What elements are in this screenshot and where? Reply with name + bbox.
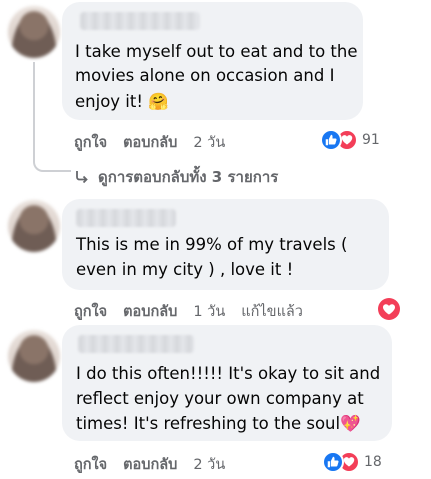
reaction-summary[interactable]: 91 bbox=[320, 129, 380, 151]
timestamp[interactable]: 2 วัน bbox=[193, 131, 225, 154]
timestamp[interactable]: 2 วัน bbox=[193, 453, 225, 476]
like-button[interactable]: ถูกใจ bbox=[74, 453, 107, 476]
comment-line: I do this often!!!!! It's okay to sit an… bbox=[76, 364, 381, 383]
avatar[interactable] bbox=[8, 6, 60, 58]
author-name[interactable] bbox=[78, 335, 194, 353]
reply-button[interactable]: ตอบกลับ bbox=[123, 131, 177, 154]
comment-line: This is me in 99% of my travels ( bbox=[76, 235, 348, 254]
comment-line: I take myself out to eat and to the bbox=[75, 42, 358, 61]
reaction-count: 91 bbox=[362, 132, 380, 148]
comment-line: enjoy it! 🤗 bbox=[75, 92, 169, 111]
reply-button[interactable]: ตอบกลับ bbox=[123, 453, 177, 476]
timestamp[interactable]: 1 วัน bbox=[193, 300, 225, 323]
reaction-summary[interactable]: 18 bbox=[322, 451, 382, 473]
avatar[interactable] bbox=[8, 200, 60, 252]
view-replies-link[interactable]: ดูการตอบกลับทั้ง 3 รายการ bbox=[74, 165, 278, 189]
thumbs-up-icon bbox=[320, 129, 342, 151]
comment-actions: ถูกใจ ตอบกลับ 1 วัน แก้ไขแล้ว bbox=[74, 300, 319, 323]
view-replies-label: ดูการตอบกลับทั้ง 3 รายการ bbox=[98, 168, 279, 186]
author-name[interactable] bbox=[76, 209, 176, 227]
comment-line: times! It's refreshing to the soul💖 bbox=[76, 414, 361, 433]
like-button[interactable]: ถูกใจ bbox=[74, 300, 107, 323]
author-name[interactable] bbox=[80, 12, 200, 30]
thread-connector bbox=[33, 62, 71, 172]
comment-line: movies alone on occasion and I bbox=[75, 66, 335, 85]
reply-button[interactable]: ตอบกลับ bbox=[123, 300, 177, 323]
like-button[interactable]: ถูกใจ bbox=[74, 131, 107, 154]
heart-icon[interactable] bbox=[377, 297, 401, 321]
edited-label: แก้ไขแล้ว bbox=[241, 304, 303, 320]
comment-line: reflect enjoy your own company at bbox=[76, 389, 364, 408]
comment-actions: ถูกใจ ตอบกลับ 2 วัน bbox=[74, 131, 241, 154]
avatar[interactable] bbox=[8, 330, 60, 382]
comment-actions: ถูกใจ ตอบกลับ 2 วัน bbox=[74, 453, 241, 476]
thumbs-up-icon bbox=[322, 451, 344, 473]
reply-arrow-icon bbox=[76, 171, 88, 184]
comment-line: even in my city ) , love it ! bbox=[76, 260, 294, 279]
reaction-count: 18 bbox=[364, 454, 382, 470]
